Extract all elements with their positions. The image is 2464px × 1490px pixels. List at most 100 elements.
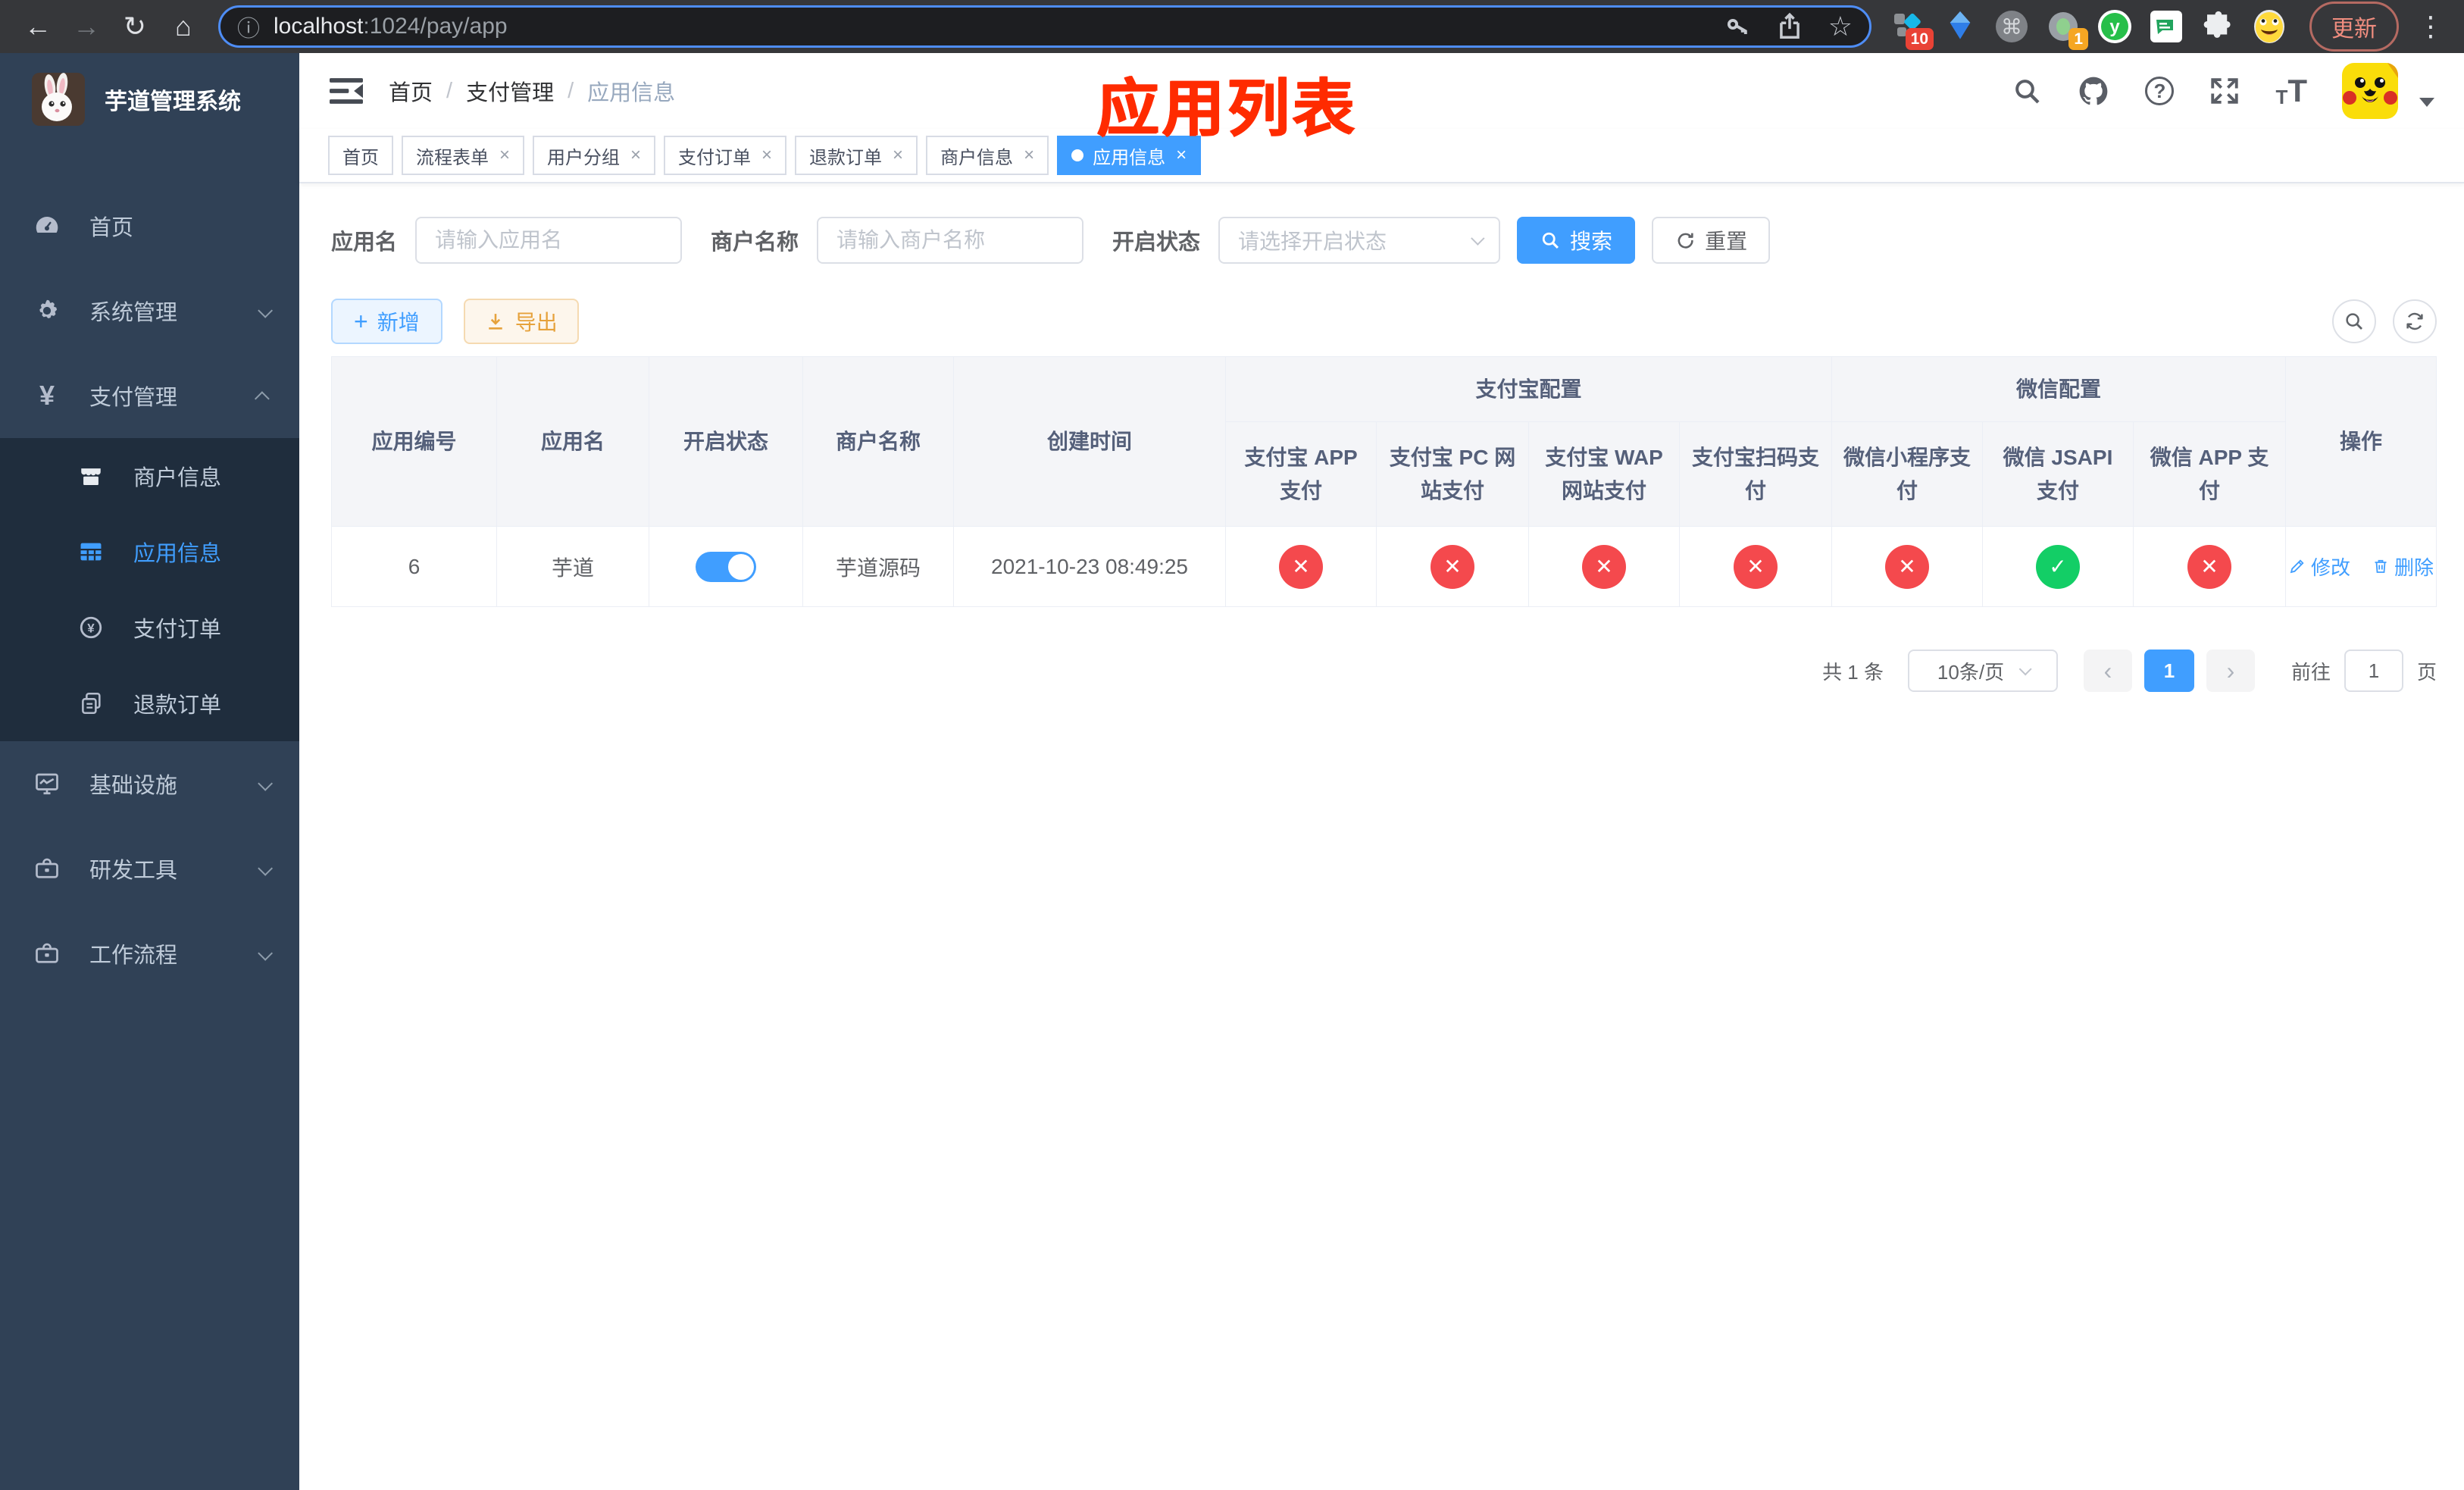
close-icon[interactable]: × <box>1024 145 1034 166</box>
sidebar-item-refund-orders[interactable]: 退款订单 <box>0 665 299 741</box>
forward-icon[interactable]: → <box>62 5 111 48</box>
extension-command-icon[interactable]: ⌘ <box>1994 9 2029 44</box>
table-row: 6 芋道 芋道源码 2021-10-23 08:49:25 ✕ ✕ ✕ ✕ ✕ … <box>331 526 2437 607</box>
extensions-puzzle-icon[interactable] <box>2200 9 2235 44</box>
edit-link[interactable]: 修改 <box>2288 552 2350 581</box>
extension-grid-diamond-icon[interactable]: 10 <box>1891 9 1934 50</box>
app-name-label: 应用名 <box>331 230 398 255</box>
cell-enabled <box>649 526 803 607</box>
extension-emoji-icon[interactable] <box>2252 9 2287 44</box>
cell-wechat-jsapi: ✓ <box>1982 526 2134 607</box>
breadcrumb-payment[interactable]: 支付管理 <box>466 75 554 107</box>
close-icon[interactable]: × <box>499 145 510 166</box>
col-wechat-app: 微信 APP 支付 <box>2133 421 2287 527</box>
search-icon[interactable] <box>2012 76 2042 106</box>
chevron-up-icon <box>254 383 270 408</box>
goto-page-input[interactable] <box>2344 650 2404 692</box>
payment-submenu: 商户信息 应用信息 ¥ 支付订单 退款订单 <box>0 438 299 741</box>
sidebar-item-infrastructure[interactable]: 基础设施 <box>0 741 299 826</box>
close-icon[interactable]: × <box>630 145 641 166</box>
cell-app-id: 6 <box>331 526 497 607</box>
search-button[interactable]: 搜索 <box>1517 217 1636 264</box>
tab-home[interactable]: 首页× <box>328 136 393 175</box>
tab-user-group[interactable]: 用户分组 × <box>533 136 656 175</box>
sidebar-item-system[interactable]: 系统管理 <box>0 268 299 353</box>
help-icon[interactable]: ? <box>2145 77 2175 105</box>
refresh-table-button[interactable] <box>2393 299 2437 343</box>
share-icon[interactable] <box>1777 12 1803 41</box>
reload-icon[interactable]: ↻ <box>111 5 159 48</box>
sidebar-item-label: 首页 <box>89 216 134 240</box>
url-bar[interactable]: ⓘ localhost:1024/pay/app ☆ <box>218 5 1871 48</box>
back-icon[interactable]: ← <box>14 5 62 48</box>
reset-button[interactable]: 重置 <box>1652 217 1771 264</box>
prev-page-button[interactable]: ‹ <box>2084 650 2132 692</box>
password-key-icon[interactable] <box>1724 13 1751 40</box>
bookmark-star-icon[interactable]: ☆ <box>1828 11 1853 42</box>
show-search-toggle-button[interactable] <box>2332 299 2377 343</box>
tab-pay-orders[interactable]: 支付订单 × <box>664 136 787 175</box>
tab-merchant-info[interactable]: 商户信息 × <box>926 136 1049 175</box>
col-created: 创建时间 <box>953 356 1226 527</box>
current-page-button[interactable]: 1 <box>2144 650 2194 692</box>
site-info-icon[interactable]: ⓘ <box>237 10 260 43</box>
browser-menu-icon[interactable]: ⋮ <box>2411 11 2450 42</box>
col-alipay-qr: 支付宝扫码支付 <box>1678 421 1833 527</box>
page-content: 应用名 商户名称 开启状态 请选择开启状态 搜索 重置 <box>299 183 2464 1490</box>
tab-refund-orders[interactable]: 退款订单 × <box>795 136 918 175</box>
sidebar-item-app-info[interactable]: 应用信息 <box>0 514 299 590</box>
next-page-button[interactable]: › <box>2206 650 2255 692</box>
status-label: 开启状态 <box>1112 230 1201 255</box>
export-button[interactable]: 导出 <box>463 299 579 344</box>
collapse-sidebar-icon[interactable] <box>330 76 363 106</box>
extension-chat-icon[interactable] <box>2149 9 2184 44</box>
dashboard-gauge-icon <box>30 212 64 239</box>
sidebar-item-workflow[interactable]: 工作流程 <box>0 911 299 996</box>
sidebar-item-merchant-info[interactable]: 商户信息 <box>0 438 299 514</box>
table-toolbar: + 新增 导出 <box>331 299 2437 344</box>
breadcrumb-separator: / <box>568 78 574 103</box>
status-badge: ✕ <box>1431 544 1474 589</box>
font-size-icon[interactable]: TT <box>2275 75 2307 108</box>
page-unit-label: 页 <box>2417 660 2437 684</box>
status-badge: ✕ <box>1734 544 1778 589</box>
extensions-area: 10 ⌘ 1 y <box>1891 9 2287 50</box>
enabled-toggle[interactable] <box>696 551 756 582</box>
close-icon[interactable]: × <box>893 145 903 166</box>
sidebar-item-payment[interactable]: ¥ 支付管理 <box>0 353 299 438</box>
delete-link[interactable]: 删除 <box>2372 552 2434 581</box>
store-icon <box>74 463 108 489</box>
status-badge: ✕ <box>1582 544 1626 589</box>
sidebar-item-home[interactable]: 首页 <box>0 183 299 268</box>
cell-alipay-qr: ✕ <box>1678 526 1833 607</box>
extension-session-icon[interactable]: 1 <box>2046 9 2088 50</box>
red-annotation-title: 应用列表 <box>1096 74 1358 143</box>
url-path: :1024/pay/app <box>363 14 508 39</box>
tab-process-form[interactable]: 流程表单 × <box>402 136 525 175</box>
sidebar-item-dev-tools[interactable]: 研发工具 <box>0 826 299 911</box>
sidebar-item-label: 基础设施 <box>89 774 178 798</box>
user-avatar[interactable] <box>2342 63 2399 119</box>
close-icon[interactable]: × <box>1176 145 1187 166</box>
status-select[interactable]: 请选择开启状态 <box>1218 217 1501 264</box>
github-icon[interactable] <box>2077 74 2110 108</box>
merchant-name-input[interactable] <box>817 217 1084 264</box>
status-badge: ✕ <box>1885 544 1930 589</box>
chevron-down-icon <box>258 772 274 797</box>
sidebar-item-pay-orders[interactable]: ¥ 支付订单 <box>0 590 299 665</box>
avatar-caret-icon[interactable] <box>2419 98 2435 107</box>
extension-green-y-icon[interactable]: y <box>2097 9 2132 44</box>
add-button[interactable]: + 新增 <box>331 299 442 344</box>
page-size-select[interactable]: 10条/页 <box>1908 650 2058 692</box>
col-enabled: 开启状态 <box>649 356 803 527</box>
extension-kite-icon[interactable] <box>1943 9 1978 44</box>
gear-icon <box>30 297 64 324</box>
breadcrumb-home[interactable]: 首页 <box>389 75 433 107</box>
app-name-input[interactable] <box>415 217 683 264</box>
fullscreen-icon[interactable] <box>2209 75 2240 107</box>
home-icon[interactable]: ⌂ <box>159 5 208 48</box>
toolbox-icon <box>30 940 64 967</box>
browser-update-button[interactable]: 更新 <box>2309 2 2399 52</box>
close-icon[interactable]: × <box>761 145 772 166</box>
app-title: 芋道管理系统 <box>105 89 241 114</box>
